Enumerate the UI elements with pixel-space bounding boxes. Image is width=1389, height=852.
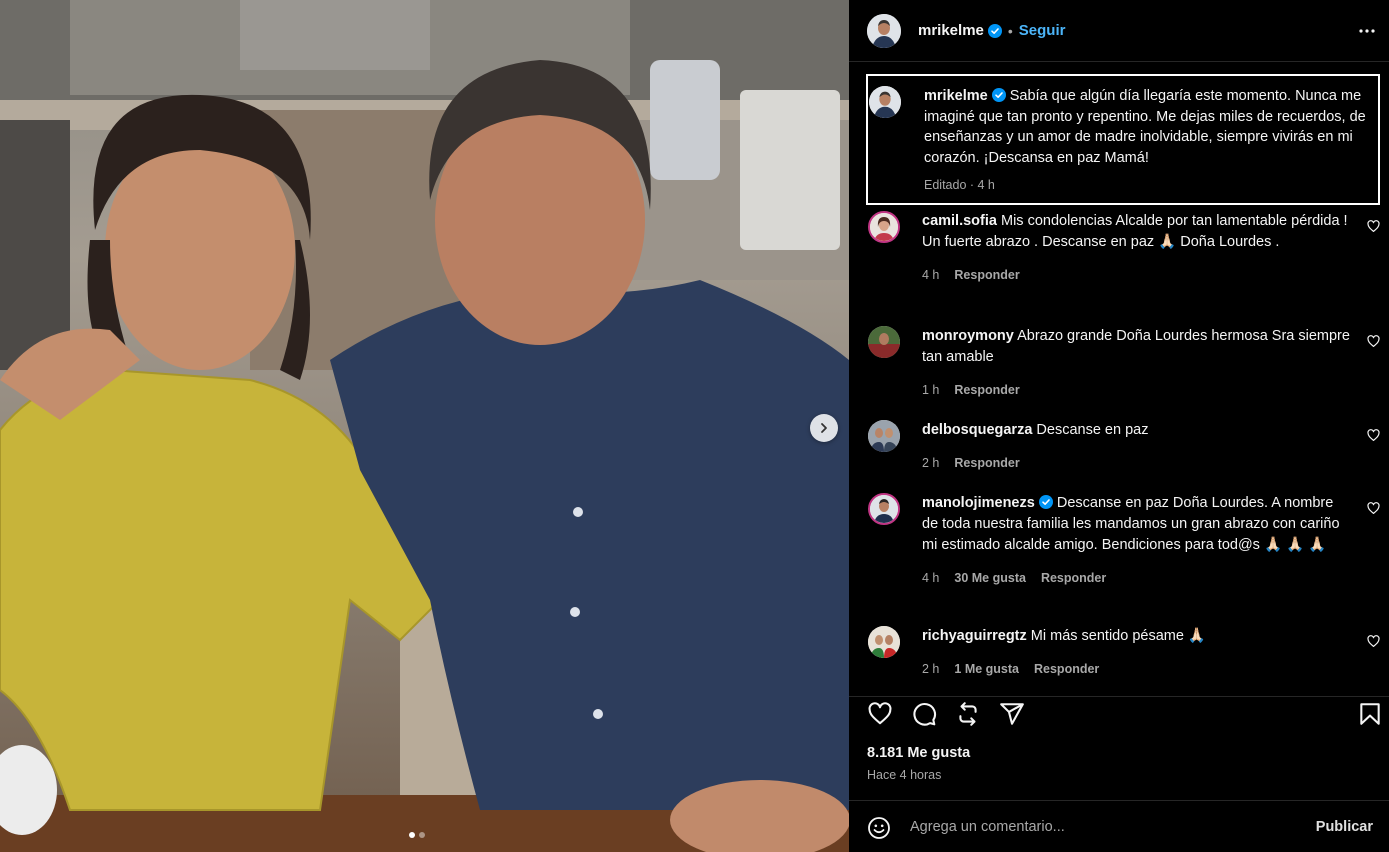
comment-time: 2 h [922, 662, 940, 676]
caption-text-block: mrikelme Sabía que algún día llegaría es… [924, 86, 1370, 196]
avatar-image [869, 86, 901, 118]
comment-like-icon[interactable] [1367, 429, 1380, 442]
verified-badge-icon [1038, 495, 1053, 509]
comment-username[interactable]: richyaguirregtz [922, 628, 1027, 644]
avatar[interactable] [867, 13, 901, 48]
comment-actions: 2 h 1 Me gusta Responder [922, 659, 1352, 680]
avatar[interactable] [868, 326, 900, 358]
avatar[interactable] [868, 626, 900, 658]
avatar[interactable] [868, 420, 900, 452]
comment-input[interactable] [910, 814, 1290, 840]
post-side-panel: mrikelme • Seguir mrikelme Sabía que alg… [849, 0, 1389, 852]
comment-like-count[interactable]: 1 Me gusta [954, 659, 1019, 680]
caption-meta: Editado · 4 h [924, 178, 995, 192]
comment-text: Mi más sentido pésame 🙏🏻 [1030, 628, 1206, 644]
comment-like-icon[interactable] [1367, 635, 1380, 648]
comment-actions: 1 h Responder [922, 380, 1352, 401]
publish-button[interactable]: Publicar [1316, 819, 1373, 835]
comment-like-icon[interactable] [1367, 335, 1380, 348]
heart-icon[interactable] [867, 701, 893, 727]
comment-time: 4 h [922, 268, 940, 282]
comment-like-icon[interactable] [1367, 502, 1380, 515]
comment-actions: 2 h Responder [922, 453, 1352, 474]
reply-button[interactable]: Responder [954, 265, 1019, 286]
avatar[interactable] [868, 211, 900, 243]
verified-badge-icon [987, 23, 1002, 38]
avatar-image [870, 495, 898, 523]
comment-username[interactable]: monroymony [922, 328, 1014, 344]
comment-time: 4 h [922, 571, 940, 585]
carousel-indicator [409, 832, 425, 838]
reply-button[interactable]: Responder [1041, 568, 1106, 589]
repost-icon[interactable] [955, 701, 981, 727]
separator-dot: • [1007, 22, 1013, 39]
caption-text: Sabía que algún día llegaría este moment… [924, 88, 1366, 166]
caption-username[interactable]: mrikelme [924, 88, 988, 104]
emoji-icon[interactable] [867, 816, 891, 840]
avatar-image [868, 420, 900, 452]
comment-body: delbosquegarza Descanse en paz 2 h Respo… [922, 420, 1352, 474]
comment-text: Descanse en paz [1036, 422, 1149, 438]
comment-username[interactable]: camil.sofia [922, 213, 997, 229]
photo-illustration [0, 0, 849, 852]
carousel-dot [419, 832, 425, 838]
comment-like-icon[interactable] [1367, 220, 1380, 233]
carousel-dot [409, 832, 415, 838]
reply-button[interactable]: Responder [1034, 659, 1099, 680]
comment-time: 1 h [922, 383, 940, 397]
comment-icon[interactable] [911, 701, 937, 727]
comment-username[interactable]: delbosquegarza [922, 422, 1032, 438]
reply-button[interactable]: Responder [954, 453, 1019, 474]
author-username[interactable]: mrikelme [918, 22, 984, 39]
comment-time: 2 h [922, 456, 940, 470]
comment-actions: 4 h 30 Me gusta Responder [922, 568, 1352, 589]
avatar[interactable] [868, 493, 900, 525]
comment-body: manolojimenezs Descanse en paz Doña Lour… [922, 493, 1352, 589]
post-caption: mrikelme Sabía que algún día llegaría es… [866, 74, 1380, 205]
chevron-right-icon [821, 423, 827, 433]
avatar-image [868, 326, 900, 358]
comment-like-count[interactable]: 30 Me gusta [954, 568, 1026, 589]
comment-body: monroymony Abrazo grande Doña Lourdes he… [922, 326, 1352, 401]
carousel-next-button[interactable] [810, 414, 838, 442]
likes-count[interactable]: 8.181 Me gusta [867, 745, 970, 761]
avatar-image [868, 626, 900, 658]
post-photo[interactable] [0, 0, 849, 852]
more-options-icon[interactable] [1358, 22, 1376, 40]
send-icon[interactable] [999, 701, 1025, 727]
follow-button[interactable]: Seguir [1019, 22, 1066, 39]
comment-body: camil.sofia Mis condolencias Alcalde por… [922, 211, 1352, 286]
comment-body: richyaguirregtz Mi más sentido pésame 🙏🏻… [922, 626, 1352, 680]
post-action-bar [849, 696, 1389, 734]
avatar-image [867, 13, 901, 48]
avatar[interactable] [869, 86, 901, 118]
reply-button[interactable]: Responder [954, 380, 1019, 401]
post-timestamp: Hace 4 horas [867, 768, 942, 782]
avatar-image [870, 213, 898, 241]
comment-username[interactable]: manolojimenezs [922, 495, 1035, 511]
post-header: mrikelme • Seguir [849, 0, 1389, 62]
comment-actions: 4 h Responder [922, 265, 1352, 286]
comment-composer: Publicar [849, 800, 1389, 852]
bookmark-icon[interactable] [1357, 701, 1383, 727]
verified-badge-icon [991, 88, 1006, 102]
